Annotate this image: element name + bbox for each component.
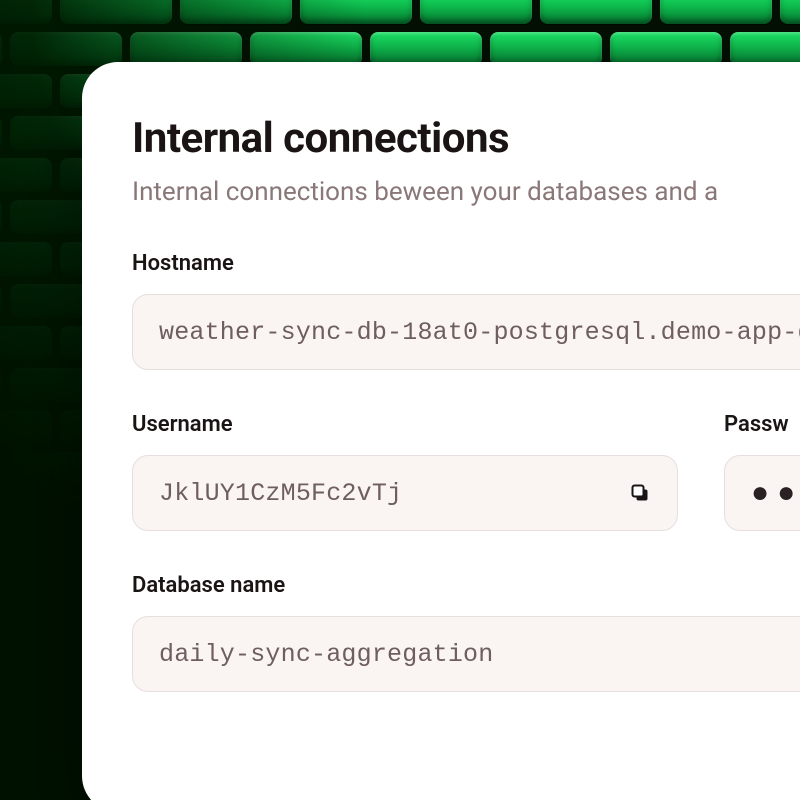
password-value: ●●●● (751, 476, 800, 510)
connections-card: Internal connections Internal connection… (82, 62, 800, 800)
database-name-label: Database name (132, 573, 800, 598)
username-label: Username (132, 412, 678, 437)
copy-icon[interactable] (629, 482, 651, 504)
username-value: JklUY1CzM5Fc2vTj (159, 479, 617, 508)
hostname-field[interactable]: weather-sync-db-18at0-postgresql.demo-ap… (132, 294, 800, 370)
password-field[interactable]: ●●●● (724, 455, 800, 531)
database-name-field[interactable]: daily-sync-aggregation (132, 616, 800, 692)
card-title: Internal connections (132, 114, 800, 163)
hostname-value: weather-sync-db-18at0-postgresql.demo-ap… (159, 318, 800, 347)
password-label: Passw (724, 412, 800, 437)
username-field[interactable]: JklUY1CzM5Fc2vTj (132, 455, 678, 531)
database-name-value: daily-sync-aggregation (159, 640, 800, 669)
hostname-label: Hostname (132, 251, 800, 276)
card-subtitle: Internal connections beween your databas… (132, 177, 800, 207)
